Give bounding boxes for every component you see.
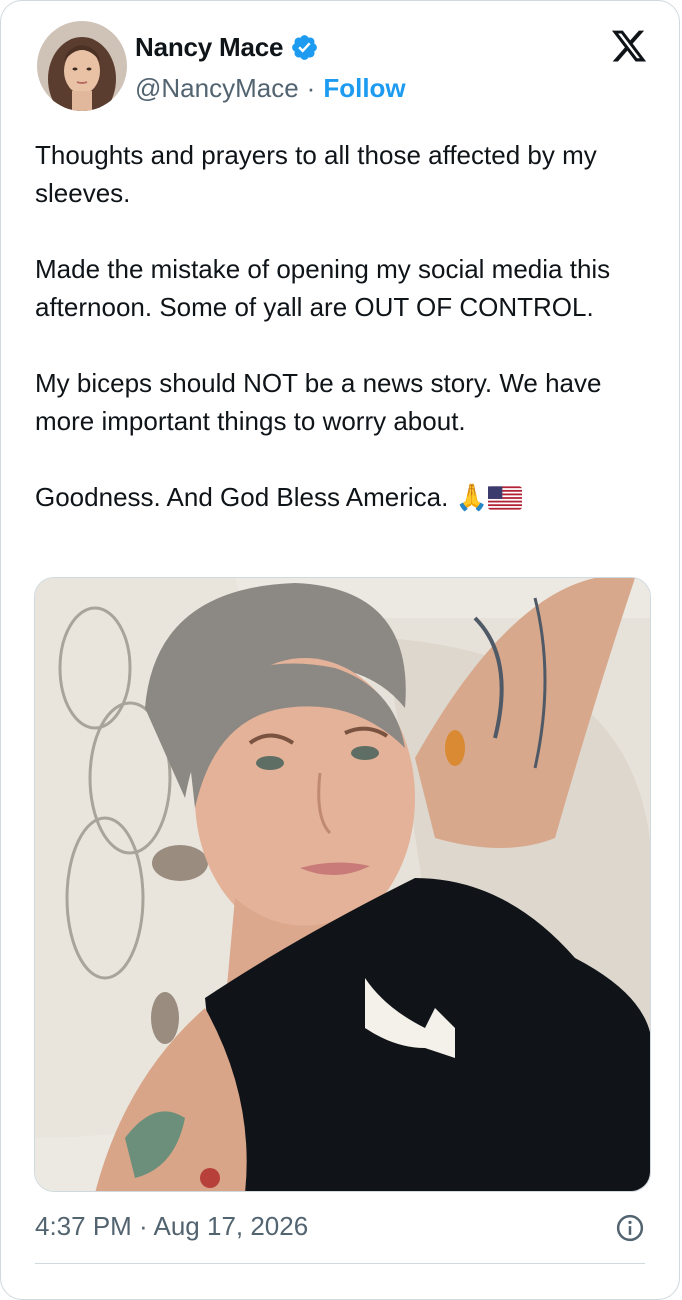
tweet-body: Thoughts and prayers to all those affect… [35,140,611,512]
author-handle[interactable]: @NancyMace [135,73,299,104]
author-name-row: Nancy Mace [135,32,319,63]
praying-hands-emoji: 🙏 [455,482,488,512]
separator-dot: · [306,73,316,103]
follow-button[interactable]: Follow [323,73,405,104]
footer-divider [35,1263,645,1264]
tweet-photo[interactable] [34,577,651,1192]
tweet-timestamp[interactable]: 4:37 PM · Aug 17, 2026 [35,1211,308,1242]
x-logo-icon[interactable] [608,27,650,65]
verified-badge-icon [292,35,318,60]
author-display-name[interactable]: Nancy Mace [135,32,284,63]
info-icon[interactable] [615,1213,645,1243]
author-handle-row: @NancyMace · Follow [135,73,406,104]
author-avatar[interactable] [37,21,127,111]
us-flag-icon [487,486,522,510]
avatar-photo [37,21,127,111]
tweet-card: Nancy Mace @NancyMace · Follow Thoughts … [0,0,680,1300]
tweet-text: Thoughts and prayers to all those affect… [35,136,645,516]
selfie-photo [35,578,650,1191]
